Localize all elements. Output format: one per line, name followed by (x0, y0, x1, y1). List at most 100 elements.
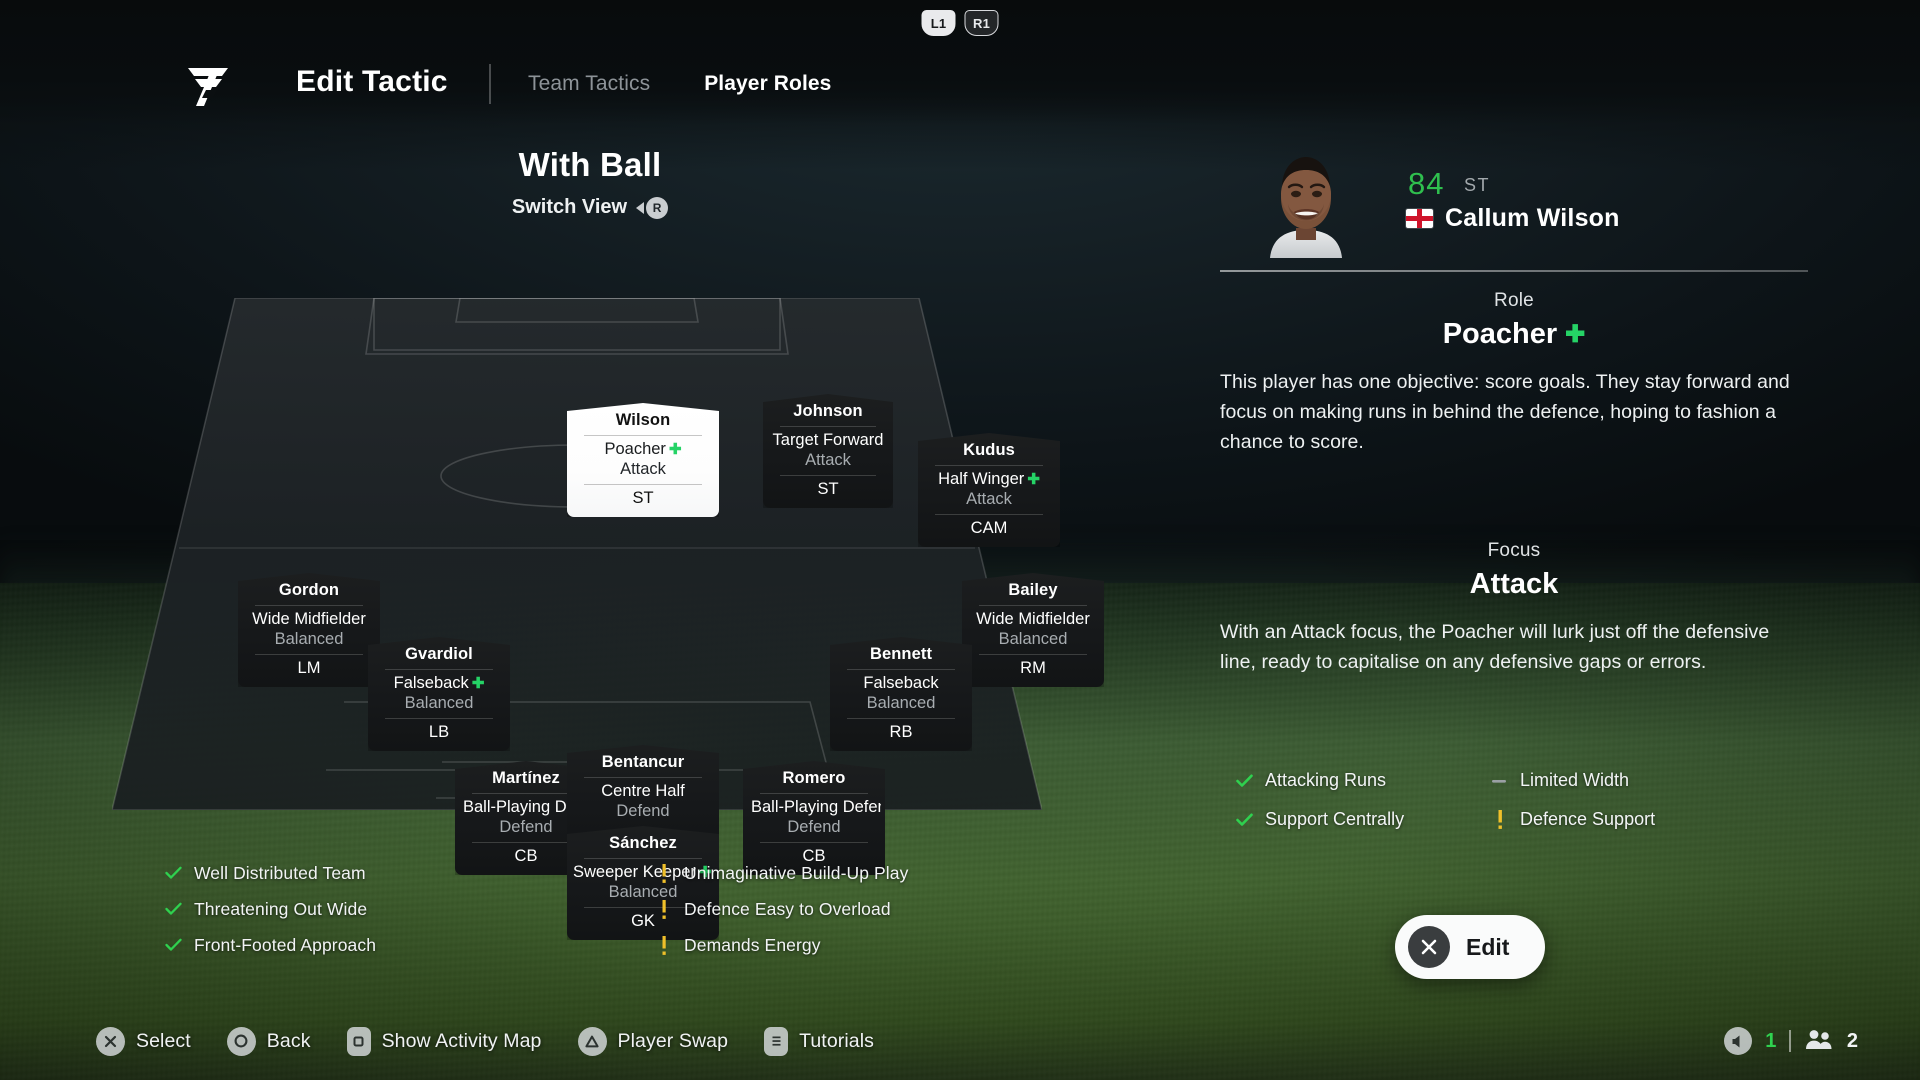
action-tutorials[interactable]: Tutorials (764, 1026, 874, 1056)
player-position: ST (1464, 175, 1491, 195)
team-trait-row: Threatening Out Wide (165, 891, 376, 927)
team-trait-label: Front-Footed Approach (194, 934, 377, 955)
team-traits-warning-column: Unimaginative Build-Up Play Defence Easy… (655, 855, 908, 963)
plus-icon: ✚ (668, 441, 682, 458)
check-icon (165, 902, 182, 916)
card-divider (979, 605, 1087, 606)
switch-view-button-group[interactable]: R (636, 196, 669, 219)
card-divider (935, 514, 1043, 515)
bottom-action-bar: Select Back Show Activity Map Player Swa… (0, 1002, 1920, 1080)
page-title: Edit Tactic (296, 65, 448, 98)
card-divider (780, 426, 876, 427)
role-trait-label: Attacking Runs (1265, 770, 1387, 790)
team-traits-positive-column: Well Distributed Team Threatening Out Wi… (165, 855, 376, 963)
action-select[interactable]: Select (96, 1026, 191, 1056)
action-back[interactable]: Back (226, 1026, 311, 1056)
card-divider (584, 484, 702, 485)
plus-icon: ✚ (1027, 471, 1040, 488)
player-rating: 84 (1408, 166, 1445, 201)
tab-player-roles[interactable]: Player Roles (704, 72, 831, 96)
warning-icon (655, 863, 672, 883)
player-card-role: Target Forward (772, 431, 884, 449)
player-card[interactable]: Bailey Wide Midfielder Balanced RM (962, 573, 1104, 687)
player-card-focus: Balanced (998, 630, 1068, 648)
card-divider (255, 605, 363, 606)
player-card-role: Ball-Playing Defender✚ (751, 798, 881, 816)
l1-button[interactable]: L1 (921, 10, 956, 36)
card-divider (472, 842, 580, 843)
card-divider (385, 718, 493, 719)
player-card-selected[interactable]: Wilson Poacher ✚ Attack ST (567, 403, 719, 517)
player-card[interactable]: Kudus Half Winger ✚ Attack CAM (918, 433, 1060, 547)
tab-team-tactics[interactable]: Team Tactics (528, 72, 650, 96)
volume-count: 1 (1765, 1029, 1777, 1052)
card-divider (584, 777, 702, 778)
team-trait-row: Unimaginative Build-Up Play (655, 855, 908, 891)
player-card-role: Wide Midfielder (976, 610, 1090, 628)
player-detail-panel: 84 ST Callum Wilson Role Poacher ✚ This … (1210, 130, 1910, 1080)
team-trait-label: Threatening Out Wide (194, 898, 368, 919)
bottom-status: 1 2 (1724, 1027, 1858, 1055)
role-traits: Attacking Runs Limited Width Support Cen… (1236, 770, 1816, 830)
england-flag-icon (1406, 209, 1433, 228)
player-card-focus: Attack (966, 490, 1012, 508)
player-header: 84 ST Callum Wilson (1220, 142, 1820, 264)
player-card-name: Bailey (1008, 581, 1058, 599)
team-trait-label: Defence Easy to Overload (684, 898, 891, 919)
action-player-swap[interactable]: Player Swap (577, 1026, 729, 1056)
volume-icon (1724, 1027, 1753, 1055)
focus-value-row: Attack (1220, 568, 1808, 601)
players-count: 2 (1846, 1029, 1858, 1052)
player-card[interactable]: Bennett Falseback Balanced RB (830, 637, 972, 751)
player-card-name: Johnson (793, 402, 863, 420)
player-card-position: RB (889, 723, 913, 741)
check-icon (1236, 813, 1253, 827)
action-back-label: Back (266, 1029, 311, 1052)
plus-icon: ✚ (1565, 320, 1586, 348)
plus-icon: ✚ (471, 675, 485, 692)
card-divider (979, 654, 1087, 655)
shoulder-button-row: L1 R1 (921, 10, 999, 36)
player-card-focus: Defend (616, 802, 670, 820)
view-title: With Ball (518, 146, 662, 183)
card-divider (760, 793, 868, 794)
player-card-role: Poacher ✚ (604, 440, 682, 458)
card-divider (847, 718, 955, 719)
team-trait-row: Front-Footed Approach (165, 927, 376, 963)
role-description: This player has one objective: score goa… (1220, 371, 1790, 453)
player-card-role: Wide Midfielder (252, 610, 366, 628)
cross-button-icon (1408, 926, 1450, 968)
edit-button[interactable]: Edit (1395, 915, 1546, 979)
player-card-focus: Defend (787, 818, 841, 836)
team-trait-row: Well Distributed Team (165, 855, 376, 891)
check-icon (165, 866, 182, 880)
focus-label: Focus (1487, 540, 1541, 561)
switch-view-control[interactable]: Switch View R (0, 196, 1180, 219)
role-trait-label: Support Centrally (1265, 809, 1405, 829)
focus-value: Attack (1469, 568, 1559, 600)
player-card-position: RM (1020, 659, 1046, 677)
card-divider (847, 669, 955, 670)
role-value-row: Poacher ✚ (1220, 318, 1808, 351)
check-icon (1236, 774, 1253, 788)
ea-fc-logo-icon (182, 60, 234, 112)
card-divider (584, 435, 702, 436)
player-card-focus: Attack (805, 451, 851, 469)
role-trait-row: Defence Support (1491, 809, 1746, 830)
action-show-activity-map[interactable]: Show Activity Map (346, 1026, 542, 1056)
player-card-role: Falseback (863, 674, 939, 692)
player-card[interactable]: Gordon Wide Midfielder Balanced LM (238, 573, 380, 687)
player-card[interactable]: Gvardiol Falseback ✚ Balanced LB (368, 637, 510, 751)
player-card-name: Bentancur (601, 753, 685, 771)
square-button-icon (346, 1026, 371, 1056)
chevron-left-icon (636, 201, 645, 214)
role-label: Role (1494, 290, 1534, 311)
bottom-actions: Select Back Show Activity Map Player Swa… (96, 1026, 874, 1056)
player-card-name: Wilson (615, 411, 671, 429)
player-card[interactable]: Johnson Target Forward Attack ST (763, 394, 893, 508)
player-card-name: Gordon (278, 581, 340, 599)
player-card-name: Sánchez (609, 834, 677, 852)
player-card-name: Bennett (869, 645, 933, 663)
role-trait-label: Defence Support (1520, 809, 1656, 829)
r1-button[interactable]: R1 (964, 10, 999, 36)
